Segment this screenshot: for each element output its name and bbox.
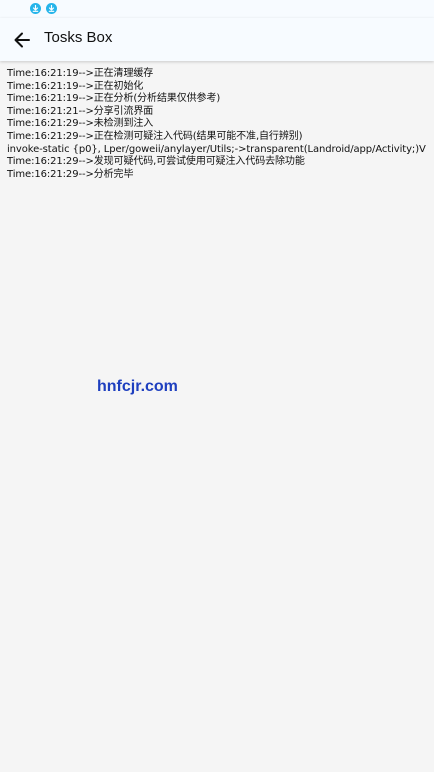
log-output: Time:16:21:19-->正在清理缓存 Time:16:21:19-->正… bbox=[7, 68, 431, 181]
download-icon bbox=[30, 3, 41, 14]
back-button[interactable] bbox=[8, 26, 36, 54]
log-line: Time:16:21:29-->未检测到注入 bbox=[7, 118, 154, 130]
watermark: hnfcjr.com bbox=[97, 378, 178, 395]
log-line: Time:16:21:29-->正在检测可疑注入代码(结果可能不准,自行辨别) bbox=[7, 130, 303, 142]
app-bar: Tosks Box bbox=[0, 18, 434, 61]
log-line: Time:16:21:21-->分享引流界面 bbox=[7, 105, 154, 117]
page-title: Tosks Box bbox=[44, 29, 113, 46]
log-line: invoke-static {p0}, Lper/goweii/anylayer… bbox=[7, 143, 426, 155]
log-line: Time:16:21:19-->正在初始化 bbox=[7, 80, 144, 92]
log-line: Time:16:21:19-->正在分析(分析结果仅供参考) bbox=[7, 93, 221, 105]
download-icon bbox=[46, 3, 57, 14]
log-line: Time:16:21:29-->发现可疑代码,可尝试使用可疑注入代码去除功能 bbox=[7, 156, 305, 168]
status-bar bbox=[0, 0, 434, 18]
screen: Tosks Box Time:16:21:19-->正在清理缓存 Time:16… bbox=[0, 0, 434, 772]
arrow-back-icon bbox=[14, 32, 30, 48]
log-line: Time:16:21:19-->正在清理缓存 bbox=[7, 68, 154, 79]
log-line: Time:16:21:29-->分析完毕 bbox=[7, 168, 134, 180]
